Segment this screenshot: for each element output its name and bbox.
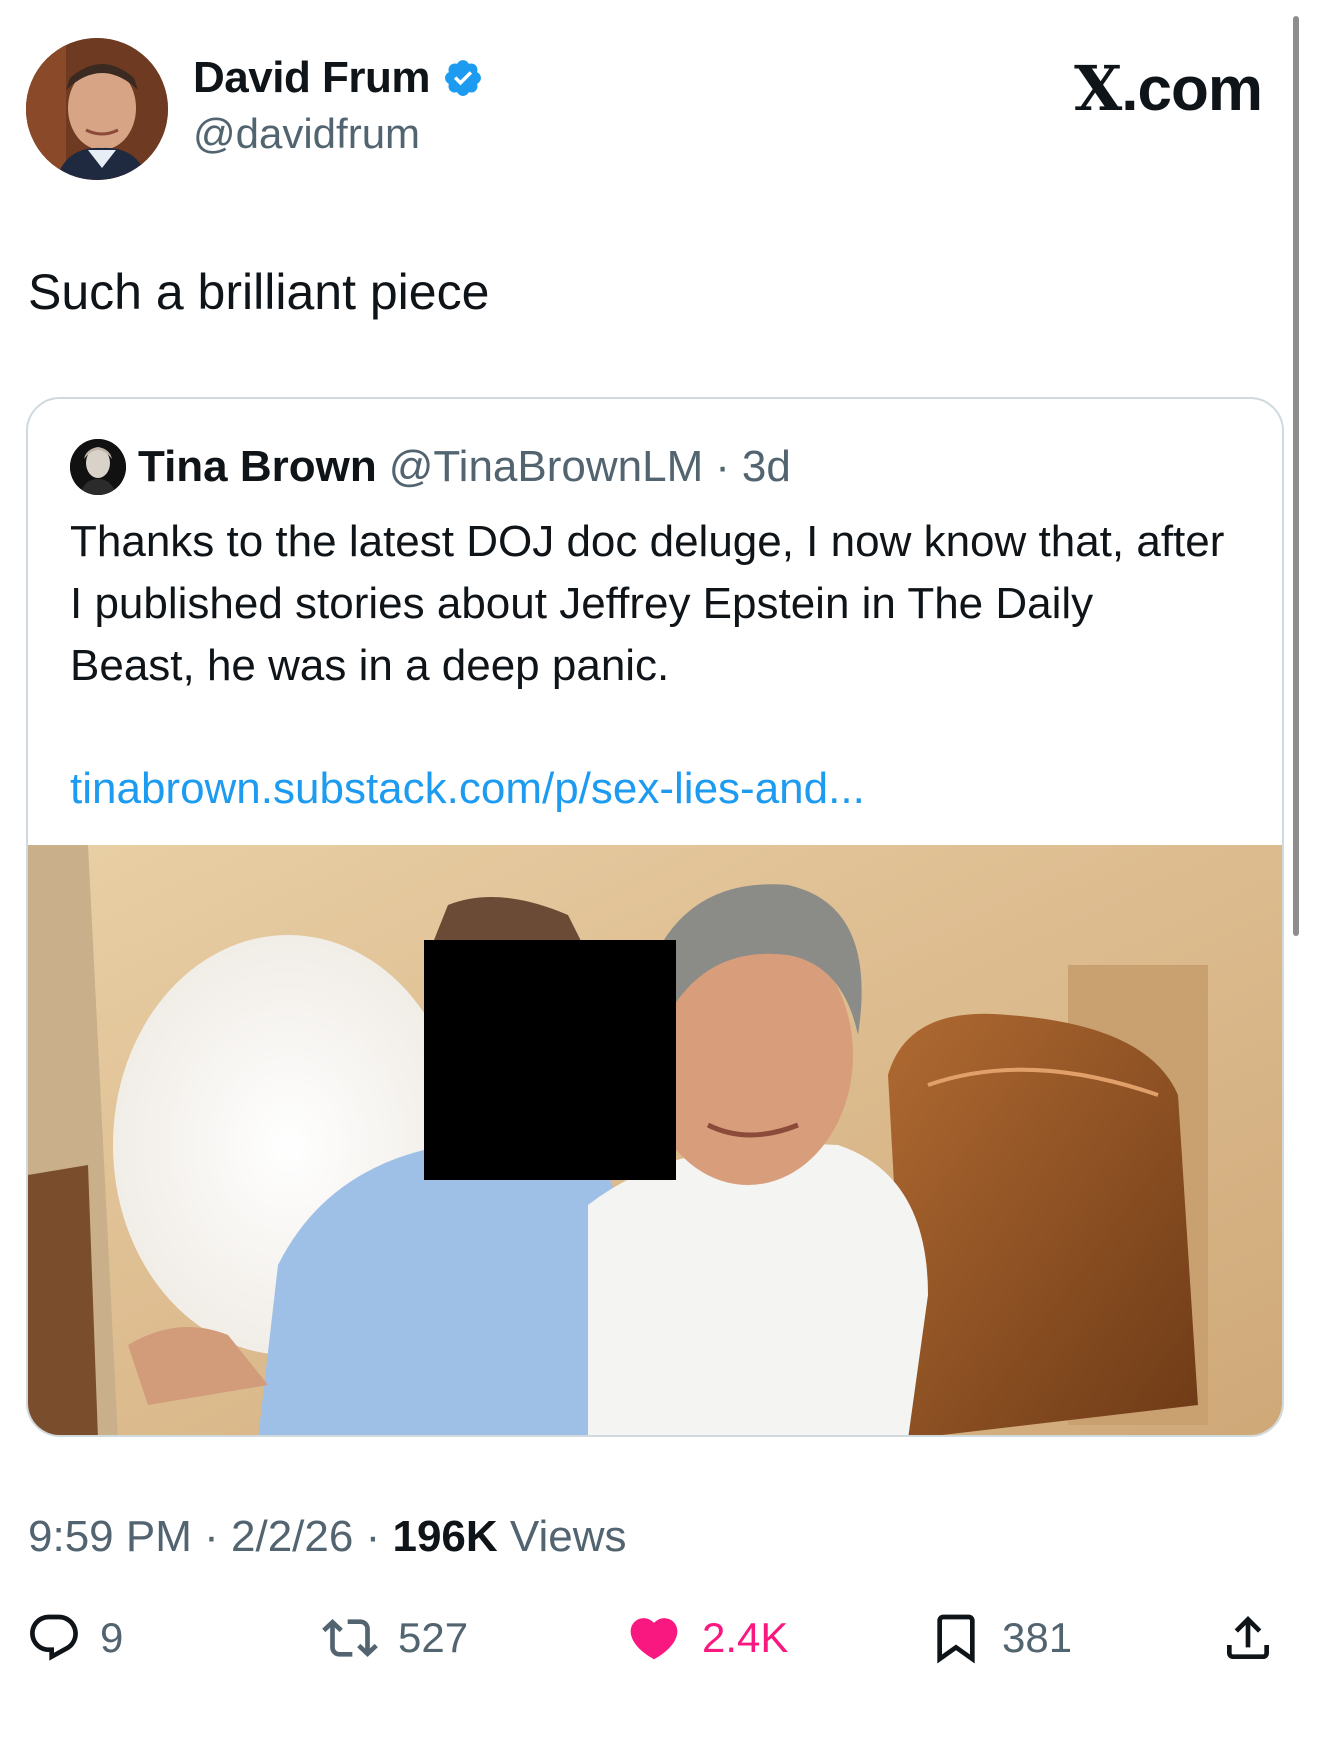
meta-separator: · [204,1512,219,1561]
quote-author-name[interactable]: Tina Brown [138,441,377,493]
action-bar: 9 527 2.4K 381 [0,1610,1320,1680]
repost-icon [322,1619,378,1657]
tweet-time[interactable]: 9:59 PM [28,1512,192,1561]
x-logo-icon: X [1074,52,1122,125]
quote-author-avatar[interactable] [70,439,126,495]
quote-author-handle[interactable]: @TinaBrownLM [389,441,703,493]
meta-separator: · [365,1512,381,1561]
scrollbar[interactable] [1293,16,1299,936]
repost-button[interactable]: 527 [320,1610,468,1666]
tweet-meta: 9:59 PM · 2/2/26 · 196K Views [28,1510,626,1564]
verified-badge-icon [445,60,481,96]
quoted-tweet-card[interactable]: Tina Brown @TinaBrownLM · 3d Thanks to t… [26,397,1284,1437]
like-button[interactable]: 2.4K [624,1610,788,1666]
like-count: 2.4K [702,1614,789,1661]
author-handle[interactable]: @davidfrum [193,108,484,160]
quote-text: Thanks to the latest DOJ doc deluge, I n… [70,517,1225,690]
x-com-watermark: X.com [1074,52,1263,125]
tweet-date[interactable]: 2/2/26 [231,1512,353,1561]
reply-count: 9 [100,1614,124,1661]
reply-button[interactable]: 9 [26,1610,123,1666]
tweet-text: Such a brilliant piece [28,264,490,320]
bookmark-icon [937,1614,975,1664]
views-label: Views [509,1512,627,1561]
reply-icon [30,1614,78,1661]
quote-photo[interactable] [28,845,1284,1437]
share-button[interactable] [1220,1610,1276,1666]
quote-age[interactable]: 3d [742,441,791,493]
repost-count: 527 [398,1614,469,1661]
author-avatar[interactable] [26,38,168,180]
quote-separator: · [715,442,730,491]
brand-domain: .com [1121,55,1263,124]
quote-link[interactable]: tinabrown.substack.com/p/sex-lies-and... [70,761,865,817]
heart-filled-icon [630,1618,678,1660]
bookmark-button[interactable]: 381 [928,1610,1072,1666]
bookmark-count: 381 [1002,1614,1073,1661]
views-count: 196K [392,1512,498,1561]
redaction-box [424,940,676,1180]
author-name[interactable]: David Frum [193,52,431,104]
share-icon [1227,1616,1269,1659]
